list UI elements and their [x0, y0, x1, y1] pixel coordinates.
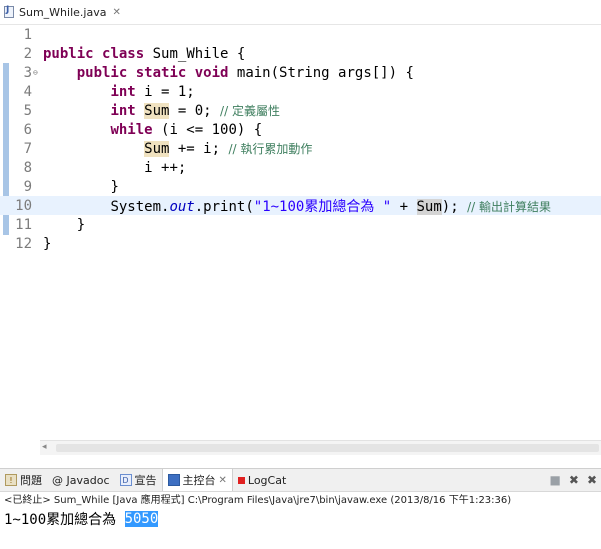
line-number: 12 [15, 235, 32, 252]
close-icon[interactable]: ✕ [112, 7, 120, 18]
keyword: class [102, 45, 145, 62]
variable-occurrence: Sum [144, 103, 170, 119]
code-comment: // 輸出計算結果 [467, 199, 551, 214]
tab-label: 宣告 [134, 474, 157, 487]
code-text: .print( [194, 198, 254, 215]
tab-label: LogCat [247, 473, 287, 487]
code-text: Sum_While { [144, 45, 246, 62]
keyword: public [76, 64, 128, 81]
code-editor[interactable]: 1 2 public class Sum_While { 3 ⊖ public s… [0, 25, 601, 440]
keyword: static [135, 64, 187, 81]
line-number: 3 [23, 64, 32, 81]
line-number: 2 [23, 45, 32, 62]
logcat-icon [237, 476, 245, 484]
console-output-text: 1~100累加總合為 [4, 512, 125, 528]
code-text: } [43, 235, 52, 252]
console-output[interactable]: 1~100累加總合為 5050 [4, 509, 159, 529]
editor-tab-label: Sum_While.java [19, 5, 107, 19]
keyword: int [110, 83, 136, 100]
scrollbar-thumb[interactable] [56, 444, 599, 452]
line-number: 11 [15, 216, 32, 233]
problems-icon: ! [5, 474, 17, 486]
console-icon [167, 474, 180, 486]
code-text: } [76, 216, 86, 233]
java-file-icon: J [4, 5, 15, 18]
variable-occurrence: Sum [144, 141, 170, 157]
tab-javadoc[interactable]: @ Javadoc [47, 469, 115, 491]
static-field: out [169, 198, 195, 215]
code-text: System. [110, 198, 170, 215]
terminate-icon[interactable]: ■ [550, 473, 561, 487]
code-line-10[interactable]: 10 System.out.print("1~100累加總合為 " + Sum)… [0, 196, 601, 215]
tab-label: 主控台 [182, 474, 216, 487]
keyword: public [43, 45, 94, 62]
tab-label: @ Javadoc [52, 473, 110, 487]
variable-occurrence: Sum [416, 198, 442, 215]
fold-collapse-icon[interactable]: ⊖ [33, 68, 43, 77]
code-line-1[interactable]: 1 [0, 25, 601, 44]
code-text: } [110, 178, 119, 195]
line-number: 6 [23, 121, 32, 138]
code-line-9[interactable]: 9 } [0, 177, 601, 196]
tab-logcat[interactable]: LogCat [233, 469, 291, 491]
code-line-8[interactable]: 8 i ++; [0, 158, 601, 177]
code-text: + [391, 198, 417, 215]
code-text: i ++; [144, 159, 187, 176]
code-line-7[interactable]: 7 Sum += i; // 執行累加動作 [0, 139, 601, 158]
code-line-5[interactable]: 5 int Sum = 0; // 定義屬性 [0, 101, 601, 120]
line-number: 4 [23, 83, 32, 100]
code-text: main(String args[]) { [228, 64, 414, 81]
code-comment: // 執行累加動作 [228, 142, 313, 156]
line-number: 10 [15, 197, 32, 214]
console-process-header: <已終止> Sum_While [Java 應用程式] C:\Program F… [4, 495, 512, 506]
close-icon[interactable]: ✕ [219, 475, 227, 486]
line-number: 7 [23, 140, 32, 157]
keyword: while [110, 121, 153, 138]
keyword: void [194, 64, 229, 81]
scroll-left-icon[interactable]: ◂ [42, 442, 47, 452]
code-comment: // 定義屬性 [220, 104, 280, 118]
line-number: 9 [23, 178, 32, 195]
declaration-icon: D [119, 474, 132, 486]
code-text: = 0; [169, 103, 221, 119]
tab-problems[interactable]: ! 問題 [0, 469, 47, 491]
bottom-view-tabs: ! 問題 @ Javadoc D 宣告 主控台 ✕ LogCat ■ ✖ ✖ [0, 468, 601, 492]
remove-all-terminated-icon[interactable]: ✖ [587, 473, 597, 487]
tab-label: 問題 [20, 474, 42, 487]
string-literal: "1~100累加總合為 " [253, 198, 392, 215]
code-line-4[interactable]: 4 int i = 1; [0, 82, 601, 101]
code-line-12[interactable]: 12 } [0, 234, 601, 253]
tab-declaration[interactable]: D 宣告 [115, 469, 162, 491]
console-selected-text[interactable]: 5050 [124, 511, 159, 527]
code-line-3[interactable]: 3 ⊖ public static void main(String args[]… [0, 63, 601, 82]
keyword: int [110, 103, 136, 119]
code-line-6[interactable]: 6 while (i <= 100) { [0, 120, 601, 139]
console-toolbar: ■ ✖ ✖ [550, 473, 601, 487]
line-number: 5 [23, 102, 32, 119]
code-line-2[interactable]: 2 public class Sum_While { [0, 44, 601, 63]
code-text: += i; [169, 141, 229, 157]
line-number: 8 [23, 159, 32, 176]
code-text: i = 1; [135, 83, 195, 100]
editor-tab-sum-while[interactable]: J Sum_While.java ✕ [0, 0, 129, 24]
code-text: (i <= 100) { [152, 121, 263, 138]
line-number: 1 [23, 26, 32, 43]
tab-console[interactable]: 主控台 ✕ [161, 469, 233, 491]
code-line-11[interactable]: 11 } [0, 215, 601, 234]
editor-tab-bar: J Sum_While.java ✕ [0, 0, 601, 25]
code-text: ); [441, 198, 468, 215]
remove-launch-icon[interactable]: ✖ [569, 473, 579, 487]
horizontal-scrollbar[interactable]: ◂ [40, 440, 601, 455]
